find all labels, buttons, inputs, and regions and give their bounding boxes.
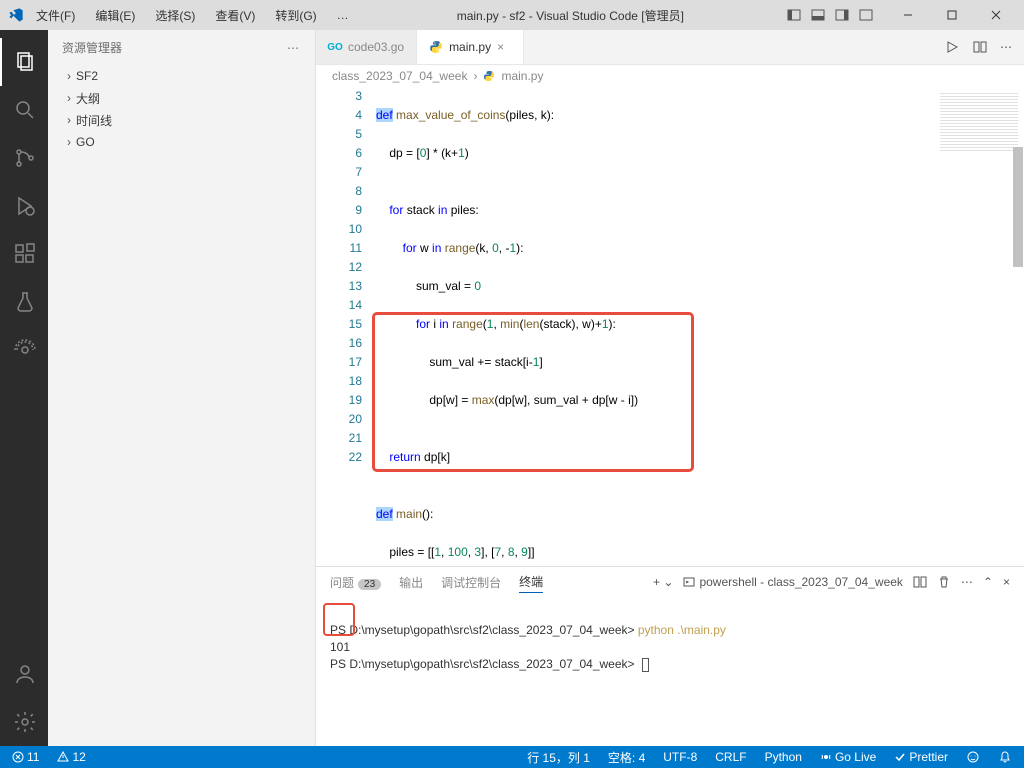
status-bell-icon[interactable] (994, 749, 1016, 766)
breadcrumb[interactable]: class_2023_07_04_week › main.py (316, 65, 1024, 87)
remote-icon[interactable] (0, 326, 48, 374)
source-control-icon[interactable] (0, 134, 48, 182)
extensions-icon[interactable] (0, 230, 48, 278)
cursor (642, 658, 649, 672)
activity-bar (0, 30, 48, 746)
run-icon[interactable] (944, 39, 960, 55)
settings-gear-icon[interactable] (0, 698, 48, 746)
tree-item-label: 时间线 (76, 112, 112, 129)
breadcrumb-folder: class_2023_07_04_week (332, 69, 467, 83)
chevron-right-icon: › (473, 69, 477, 83)
close-button[interactable] (976, 0, 1016, 30)
status-bar: 11 12 行 15，列 1 空格: 4 UTF-8 CRLF Python G… (0, 746, 1024, 768)
status-language[interactable]: Python (761, 749, 806, 766)
terminal-highlight-box (323, 603, 355, 636)
more-icon[interactable]: ⋯ (1000, 40, 1012, 54)
status-feedback-icon[interactable] (962, 749, 984, 766)
minimap[interactable] (934, 87, 1024, 566)
status-warnings[interactable]: 12 (53, 750, 89, 764)
minimap-content (940, 93, 1018, 153)
status-eol[interactable]: CRLF (711, 749, 750, 766)
panel-tab-problems[interactable]: 问题23 (330, 572, 381, 593)
maximize-button[interactable] (932, 0, 972, 30)
layout-left-icon[interactable] (784, 5, 804, 25)
vscode-icon (8, 7, 24, 23)
sidebar-title: 资源管理器 ⋯ (48, 30, 315, 65)
close-panel-icon[interactable]: × (1003, 575, 1010, 589)
scrollbar-vertical[interactable] (1012, 87, 1024, 566)
menu-edit[interactable]: 编辑(E) (87, 3, 143, 28)
minimize-button[interactable] (888, 0, 928, 30)
status-spaces[interactable]: 空格: 4 (604, 749, 649, 766)
editor-area: GO code03.go main.py × ⋯ class_2023_07_0… (316, 30, 1024, 746)
problems-badge: 23 (358, 579, 381, 590)
new-terminal-icon[interactable]: + ⌄ (653, 575, 673, 589)
line-gutter: 345678910111213141516171819202122 (316, 87, 376, 566)
testing-icon[interactable] (0, 278, 48, 326)
code-content[interactable]: def max_value_of_coins(piles, k): dp = [… (376, 87, 934, 566)
layout-full-icon[interactable] (856, 5, 876, 25)
trash-icon[interactable] (937, 575, 951, 589)
tab-label: main.py (449, 40, 491, 54)
close-icon[interactable]: × (497, 40, 511, 54)
python-icon (429, 40, 443, 54)
panel-tab-debug[interactable]: 调试控制台 (441, 572, 501, 593)
explorer-icon[interactable] (0, 38, 48, 86)
run-debug-icon[interactable] (0, 182, 48, 230)
tab-label: code03.go (348, 40, 404, 54)
chevron-right-icon: › (62, 69, 76, 83)
status-cursor[interactable]: 行 15，列 1 (523, 749, 594, 766)
menu-file[interactable]: 文件(F) (28, 3, 83, 28)
menu-more[interactable]: … (329, 4, 357, 26)
chevron-right-icon: › (62, 91, 76, 105)
sidebar: 资源管理器 ⋯ ›SF2 ›大纲 ›时间线 ›GO (48, 30, 316, 746)
more-icon[interactable]: ⋯ (961, 575, 973, 589)
layout-bottom-icon[interactable] (808, 5, 828, 25)
chevron-right-icon: › (62, 113, 76, 127)
panel-tab-terminal[interactable]: 终端 (519, 571, 543, 593)
tree-item-label: SF2 (76, 69, 98, 83)
status-errors[interactable]: 11 (8, 750, 43, 764)
tab-main[interactable]: main.py × (417, 30, 524, 64)
menu-select[interactable]: 选择(S) (147, 3, 203, 28)
account-icon[interactable] (0, 650, 48, 698)
tree-item-label: 大纲 (76, 90, 100, 107)
split-terminal-icon[interactable] (913, 575, 927, 589)
split-icon[interactable] (972, 39, 988, 55)
tree-item-label: GO (76, 135, 95, 149)
terminal-output[interactable]: PS D:\mysetup\gopath\src\sf2\class_2023_… (316, 597, 1024, 746)
shell-label: powershell - class_2023_07_04_week (699, 575, 902, 589)
tab-bar: GO code03.go main.py × ⋯ (316, 30, 1024, 65)
window-title: main.py - sf2 - Visual Studio Code [管理员] (361, 7, 780, 24)
tree-item-go[interactable]: ›GO (48, 131, 315, 153)
python-icon (483, 70, 495, 82)
tree-item-timeline[interactable]: ›时间线 (48, 109, 315, 131)
go-icon: GO (328, 40, 342, 54)
breadcrumb-file: main.py (501, 69, 543, 83)
title-bar: 文件(F) 编辑(E) 选择(S) 查看(V) 转到(G) … main.py … (0, 0, 1024, 30)
layout-icons (784, 5, 876, 25)
status-encoding[interactable]: UTF-8 (659, 749, 701, 766)
search-icon[interactable] (0, 86, 48, 134)
panel-tab-output[interactable]: 输出 (399, 572, 423, 593)
tab-code03[interactable]: GO code03.go (316, 30, 417, 64)
sidebar-more-icon[interactable]: ⋯ (287, 41, 301, 55)
menu-view[interactable]: 查看(V) (207, 3, 263, 28)
code-editor[interactable]: 345678910111213141516171819202122 def ma… (316, 87, 1024, 566)
menu-goto[interactable]: 转到(G) (267, 3, 324, 28)
terminal-shell-icon[interactable]: powershell - class_2023_07_04_week (683, 575, 902, 589)
layout-right-icon[interactable] (832, 5, 852, 25)
chevron-right-icon: › (62, 135, 76, 149)
tree-item-sf2[interactable]: ›SF2 (48, 65, 315, 87)
panel: 问题23 输出 调试控制台 终端 + ⌄ powershell - class_… (316, 566, 1024, 746)
status-prettier[interactable]: Prettier (890, 749, 952, 766)
panel-tabs: 问题23 输出 调试控制台 终端 + ⌄ powershell - class_… (316, 567, 1024, 597)
sidebar-title-label: 资源管理器 (62, 39, 122, 56)
tree-item-outline[interactable]: ›大纲 (48, 87, 315, 109)
status-golive[interactable]: Go Live (816, 749, 880, 766)
chevron-up-icon[interactable]: ⌃ (983, 575, 993, 589)
